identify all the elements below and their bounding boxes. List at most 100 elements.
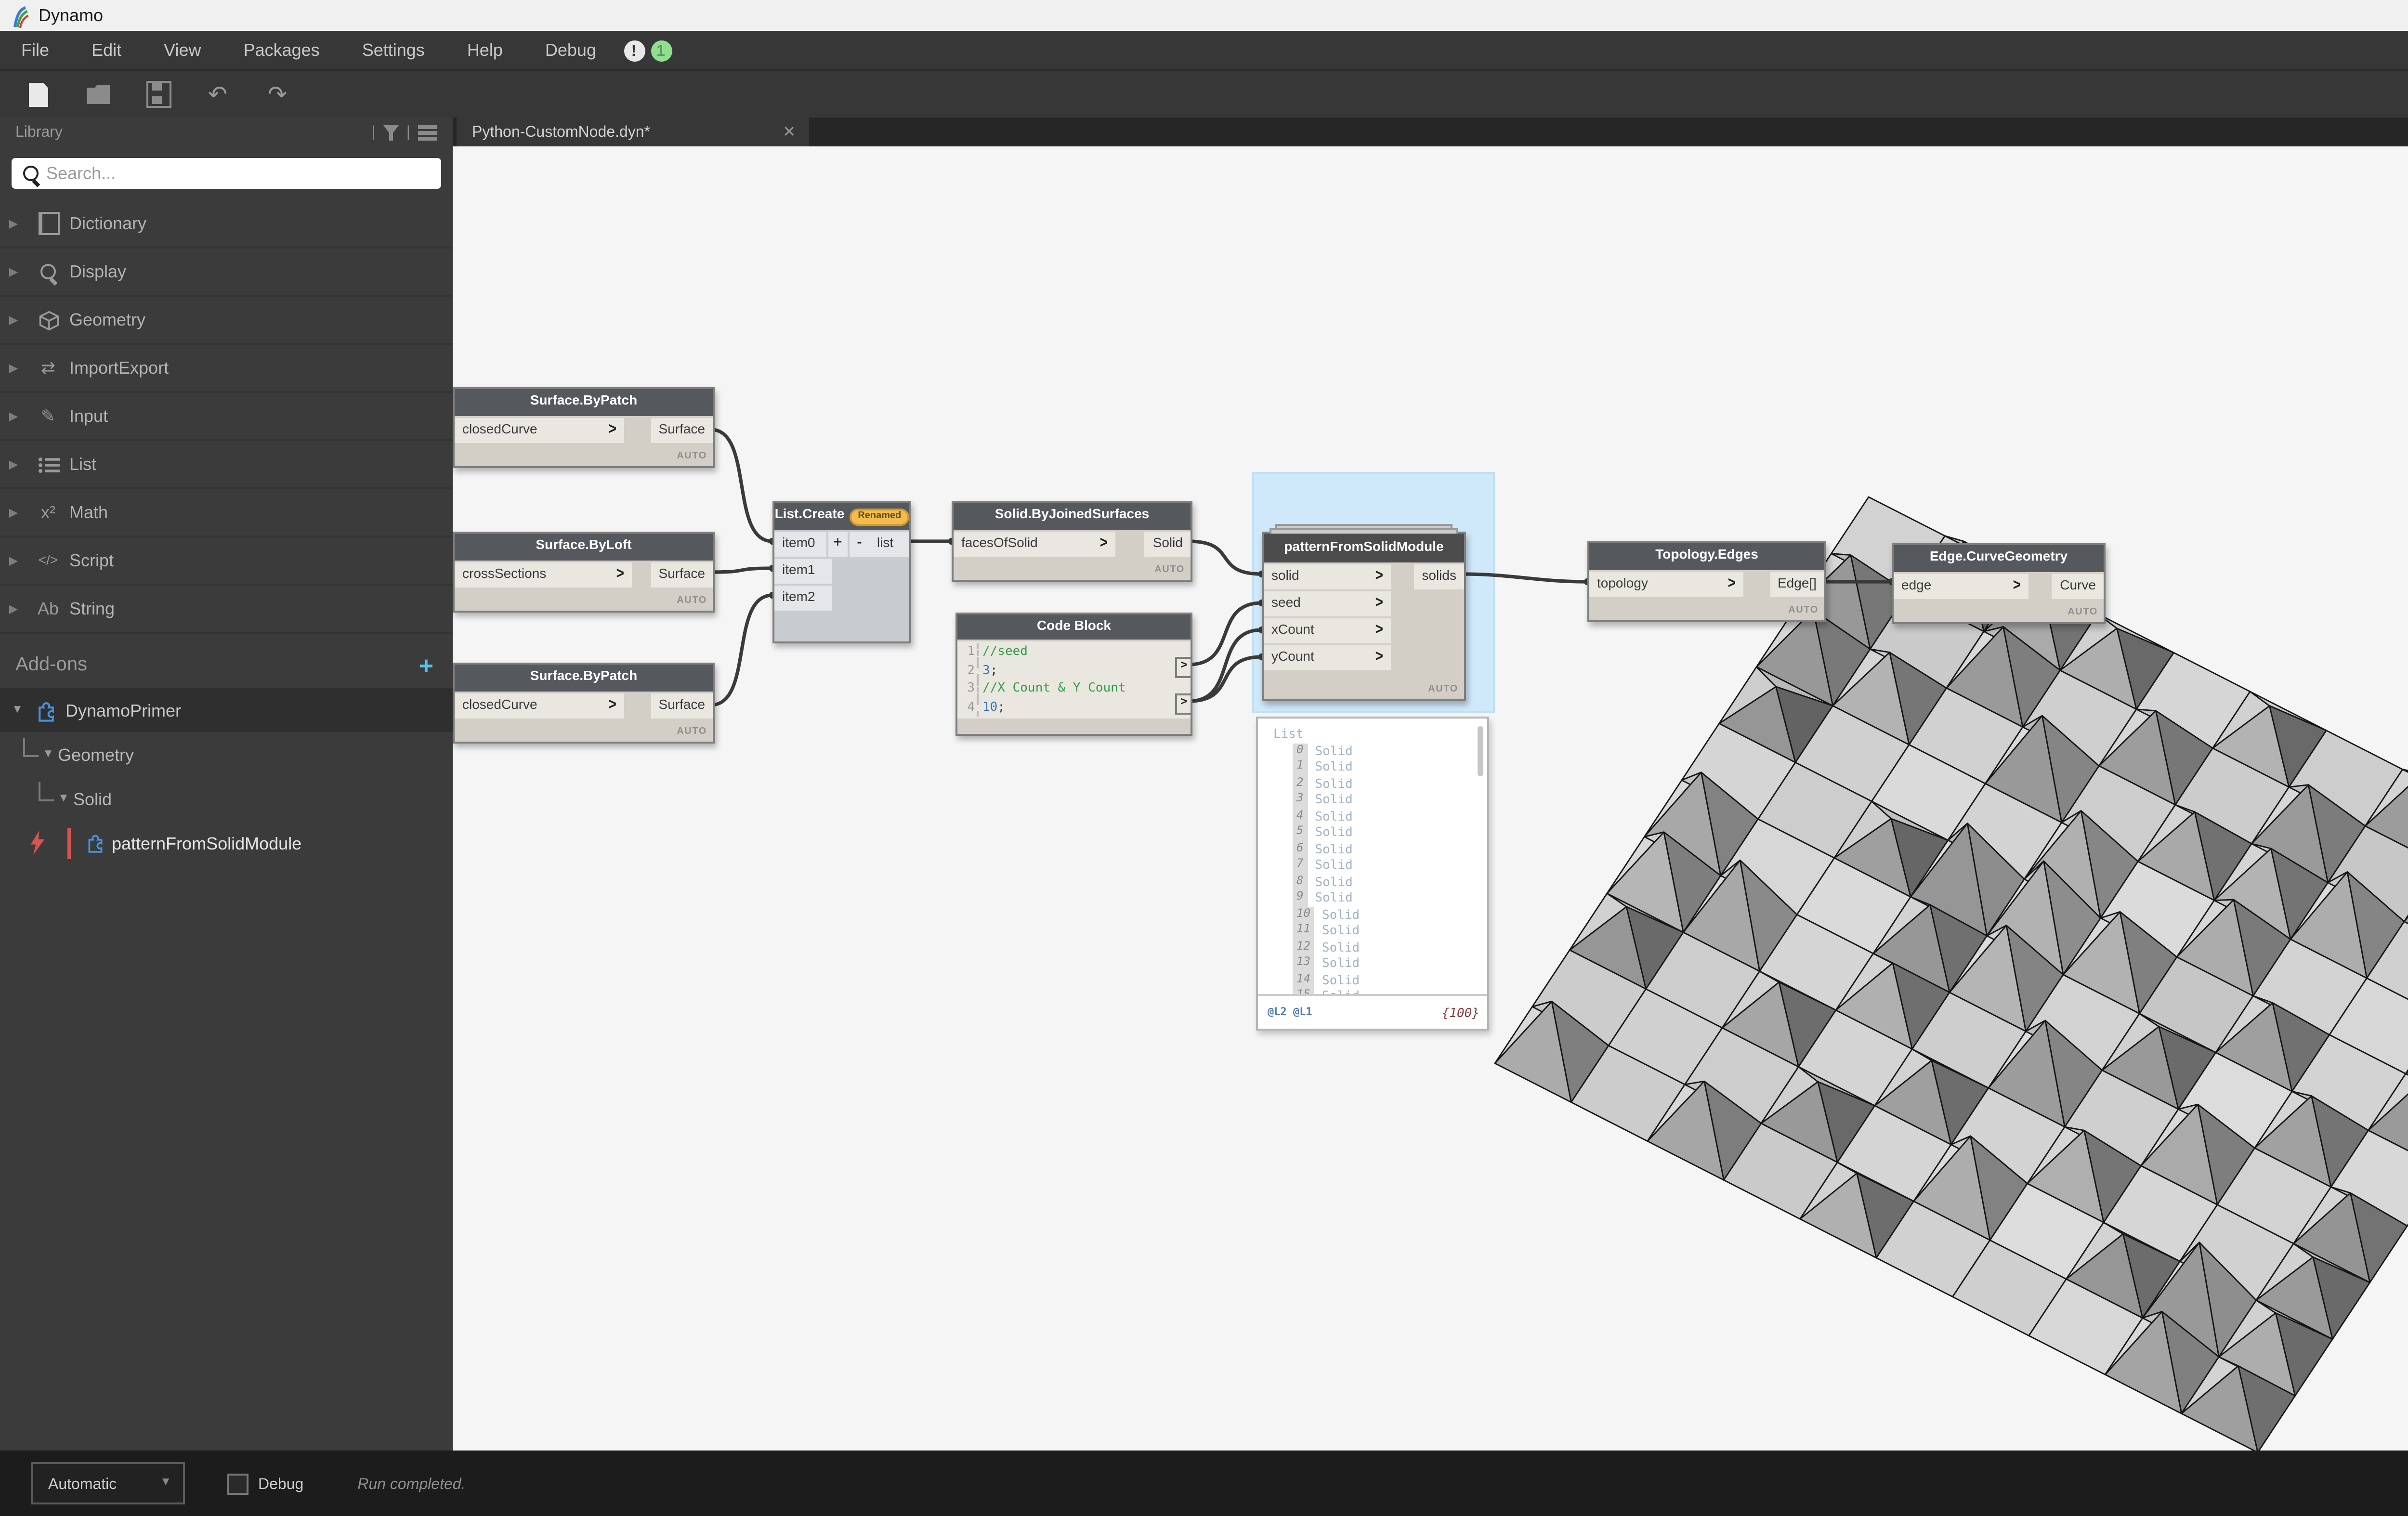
menu-view[interactable]: View	[143, 31, 222, 69]
output-port-surface[interactable]: Surface	[651, 562, 713, 588]
node-title[interactable]: Code Block	[957, 614, 1191, 640]
sidebar-item-input[interactable]: ▶ ✎ Input	[0, 393, 453, 441]
lacing-mode[interactable]: AUTO	[1154, 564, 1185, 576]
output-port-edges[interactable]: Edge[]	[1770, 572, 1824, 597]
lacing-mode[interactable]: AUTO	[677, 451, 707, 462]
addon-category-geometry[interactable]: ▼ Geometry	[0, 732, 453, 776]
input-port-topology[interactable]: topology>	[1589, 572, 1743, 597]
input-port-crosssections[interactable]: crossSections>	[455, 562, 632, 588]
expand-caret-icon[interactable]: ▶	[0, 602, 27, 615]
code-editor[interactable]: 1//seed23;3//X Count & Y Count410;	[957, 641, 1191, 719]
expand-caret-icon[interactable]: ▶	[0, 506, 27, 519]
input-port-xcount[interactable]: xCount>	[1264, 618, 1391, 643]
code-output-port-count[interactable]: >	[1175, 693, 1192, 715]
library-menu-icon[interactable]	[418, 124, 437, 140]
run-mode-dropdown[interactable]: Automatic ▼	[31, 1462, 185, 1504]
redo-button[interactable]: ↷	[256, 77, 299, 112]
addon-package-dynamoprimer[interactable]: ▼ DynamoPrimer	[0, 688, 453, 732]
expand-caret-icon[interactable]: ▶	[0, 217, 27, 230]
new-file-button[interactable]	[17, 77, 60, 112]
notification-count-badge[interactable]: 1	[650, 39, 671, 61]
input-port-closedcurve[interactable]: closedCurve>	[455, 418, 624, 443]
expand-caret-icon[interactable]: ▶	[0, 409, 27, 423]
filter-icon[interactable]	[383, 124, 399, 140]
code-output-port-seed[interactable]: >	[1175, 657, 1192, 678]
menu-settings[interactable]: Settings	[341, 31, 446, 69]
code-line[interactable]: 23;	[957, 662, 1191, 680]
node-edge-curvegeometry[interactable]: Edge.CurveGeometry edge> Curve AUTO	[1892, 543, 2106, 624]
expand-caret-icon[interactable]: ▶	[0, 361, 27, 375]
lacing-mode[interactable]: AUTO	[677, 726, 707, 738]
notification-alert-icon[interactable]: !	[623, 39, 644, 61]
list-levels-label[interactable]: @L2 @L1	[1258, 1006, 1442, 1018]
code-line[interactable]: 1//seed	[957, 643, 1191, 662]
menu-help[interactable]: Help	[446, 31, 524, 69]
collapse-caret-icon[interactable]: ▼	[8, 704, 27, 716]
input-port-item1[interactable]: item1	[774, 559, 832, 584]
sidebar-item-list[interactable]: ▶ List	[0, 441, 453, 489]
output-port-solids[interactable]: solids	[1414, 564, 1464, 589]
collapse-caret-icon[interactable]: ▼	[54, 793, 73, 804]
node-title[interactable]: patternFromSolidModule	[1264, 534, 1464, 562]
output-port-solid[interactable]: Solid	[1145, 532, 1191, 557]
open-button[interactable]	[77, 77, 119, 112]
tab-python-customnode[interactable]: Python-CustomNode.dyn* ✕	[457, 118, 809, 146]
node-title[interactable]: Topology.Edges	[1589, 543, 1824, 570]
input-port-item2[interactable]: item2	[774, 586, 832, 611]
menu-packages[interactable]: Packages	[222, 31, 341, 69]
node-title[interactable]: Solid.ByJoinedSurfaces	[954, 503, 1191, 530]
node-title[interactable]: Surface.ByLoft	[455, 534, 713, 561]
node-surface-bypatch-1[interactable]: Surface.ByPatch closedCurve> Surface AUT…	[453, 387, 715, 468]
code-line[interactable]: 3//X Count & Y Count	[957, 680, 1191, 698]
sidebar-item-dictionary[interactable]: ▶ Dictionary	[0, 200, 453, 248]
output-port-curve[interactable]: Curve	[2052, 574, 2104, 599]
node-solid-byjoinedsurfaces[interactable]: Solid.ByJoinedSurfaces facesOfSolid> Sol…	[952, 501, 1192, 582]
tab-close-icon[interactable]: ✕	[783, 123, 809, 141]
node-title[interactable]: Surface.ByPatch	[455, 665, 713, 692]
sidebar-item-string[interactable]: ▶ Ab String	[0, 586, 453, 634]
addon-item-patternfromsolidmodule[interactable]: patternFromSolidModule	[0, 821, 453, 865]
addon-subcategory-solid[interactable]: ▼ Solid	[0, 776, 453, 821]
node-title[interactable]: List.Create Renamed	[774, 503, 909, 530]
sidebar-item-script[interactable]: ▶ </> Script	[0, 537, 453, 586]
add-package-button[interactable]: +	[419, 650, 453, 679]
output-port-surface[interactable]: Surface	[651, 418, 713, 443]
sidebar-item-geometry[interactable]: ▶ Geometry	[0, 297, 453, 345]
expand-caret-icon[interactable]: ▶	[0, 457, 27, 471]
input-port-item0[interactable]: item0	[774, 532, 826, 557]
collapse-caret-icon[interactable]: ▼	[39, 748, 58, 760]
node-output-preview[interactable]: List 0Solid1Solid2Solid3Solid4Solid5Soli…	[1256, 717, 1489, 1031]
expand-caret-icon[interactable]: ▶	[0, 265, 27, 278]
save-button[interactable]	[137, 77, 179, 112]
input-port-edge[interactable]: edge>	[1894, 574, 2028, 599]
menu-file[interactable]: File	[0, 31, 70, 69]
input-port-ycount[interactable]: yCount>	[1264, 645, 1391, 670]
lacing-mode[interactable]: AUTO	[677, 595, 707, 607]
node-list-create[interactable]: List.Create Renamed item0 + - list item1…	[772, 501, 911, 643]
input-port-facesofsolid[interactable]: facesOfSolid>	[954, 532, 1115, 557]
preview-scrollbar[interactable]	[1478, 726, 1483, 776]
title-bar[interactable]: Dynamo	[0, 0, 2408, 31]
input-port-seed[interactable]: seed>	[1264, 591, 1391, 616]
input-port-closedcurve[interactable]: closedCurve>	[455, 693, 624, 719]
node-surface-byloft[interactable]: Surface.ByLoft crossSections> Surface AU…	[453, 532, 715, 613]
graph-canvas[interactable]: Surface.ByPatch closedCurve> Surface AUT…	[453, 146, 2408, 1451]
search-box[interactable]: Search...	[12, 158, 441, 189]
expand-caret-icon[interactable]: ▶	[0, 313, 27, 327]
output-port-list[interactable]: list	[869, 532, 909, 557]
node-surface-bypatch-2[interactable]: Surface.ByPatch closedCurve> Surface AUT…	[453, 663, 715, 744]
undo-button[interactable]: ↶	[196, 77, 239, 112]
debug-checkbox[interactable]	[227, 1473, 249, 1494]
sidebar-item-display[interactable]: ▶ Display	[0, 248, 453, 297]
sidebar-item-math[interactable]: ▶ x² Math	[0, 489, 453, 537]
code-line[interactable]: 410;	[957, 698, 1191, 717]
input-port-solid[interactable]: solid>	[1264, 564, 1391, 589]
search-input[interactable]: Search...	[46, 164, 116, 183]
node-title[interactable]: Surface.ByPatch	[455, 389, 713, 416]
node-title[interactable]: Edge.CurveGeometry	[1894, 545, 2104, 572]
node-code-block[interactable]: Code Block 1//seed23;3//X Count & Y Coun…	[955, 613, 1192, 736]
menu-debug[interactable]: Debug	[524, 31, 617, 69]
menu-edit[interactable]: Edit	[70, 31, 143, 69]
output-port-surface[interactable]: Surface	[651, 693, 713, 719]
node-patternfromsolidmodule[interactable]: patternFromSolidModule solid> solids see…	[1262, 532, 1466, 701]
